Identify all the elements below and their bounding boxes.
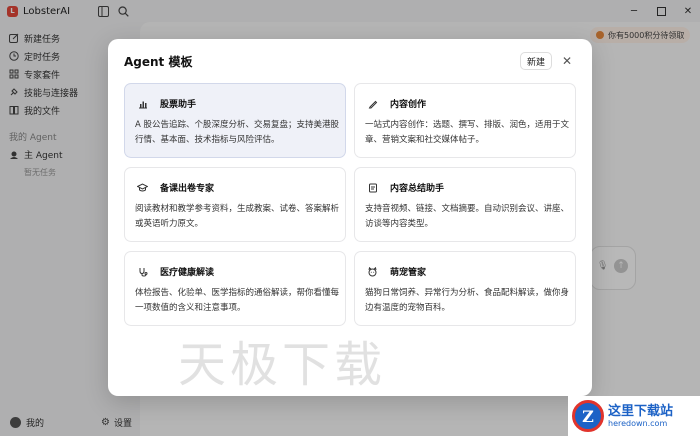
card-desc: 猫狗日常饲养、异常行为分析、食品配料解读，做你身边有温度的宠物百科。	[365, 288, 570, 313]
stock-chart-icon	[137, 98, 148, 109]
site-name-cn: 这里下载站	[608, 403, 674, 419]
card-title: 内容总结助手	[390, 184, 445, 194]
template-card-medical[interactable]: 医疗健康解读 体检报告、化验单、医学指标的通俗解读，帮你看懂每一项数值的含义和注…	[124, 251, 346, 326]
document-icon	[367, 182, 378, 193]
template-card-summary[interactable]: 内容总结助手 支持音视频、链接、文档摘要。自动识别会议、讲座、访谈等内容类型。	[354, 167, 576, 242]
card-desc: 支持音视频、链接、文档摘要。自动识别会议、讲座、访谈等内容类型。	[365, 204, 570, 229]
watermark-text: 天极下载	[178, 337, 387, 393]
template-card-lesson-exam[interactable]: 备课出卷专家 阅读教材和教学参考资料，生成教案、试卷、答案解析或英语听力原文。	[124, 167, 346, 242]
new-button[interactable]: 新建	[520, 52, 552, 70]
graduation-cap-icon	[137, 182, 148, 193]
template-card-content-creation[interactable]: 内容创作 一站式内容创作：选题、撰写、排版、润色，适用于文章、营销文案和社交媒体…	[354, 83, 576, 158]
pet-icon	[367, 266, 378, 277]
card-title: 内容创作	[390, 100, 427, 110]
card-title: 医疗健康解读	[160, 268, 215, 278]
card-title: 备课出卷专家	[160, 184, 215, 194]
pen-icon	[367, 98, 378, 109]
site-logo: Z 这里下载站 heredown.com	[568, 396, 700, 436]
card-desc: A 股公告追踪、个股深度分析、交易复盘；支持美港股行情、基本面、技术指标与风险评…	[135, 120, 340, 145]
modal-title: Agent 模板	[124, 55, 193, 69]
template-card-pet[interactable]: 萌宠管家 猫狗日常饲养、异常行为分析、食品配料解读，做你身边有温度的宠物百科。	[354, 251, 576, 326]
template-card-stock[interactable]: 股票助手 A 股公告追踪、个股深度分析、交易复盘；支持美港股行情、基本面、技术指…	[124, 83, 346, 158]
card-title: 萌宠管家	[390, 268, 427, 278]
card-desc: 一站式内容创作：选题、撰写、排版、润色，适用于文章、营销文案和社交媒体帖子。	[365, 120, 570, 145]
stethoscope-icon	[137, 266, 148, 277]
card-desc: 体检报告、化验单、医学指标的通俗解读，帮你看懂每一项数值的含义和注意事项。	[135, 288, 340, 313]
card-title: 股票助手	[160, 100, 197, 110]
card-desc: 阅读教材和教学参考资料，生成教案、试卷、答案解析或英语听力原文。	[135, 204, 340, 229]
site-badge-icon: Z	[572, 400, 604, 432]
site-name-en: heredown.com	[608, 418, 668, 428]
close-icon[interactable]: ✕	[559, 53, 575, 69]
